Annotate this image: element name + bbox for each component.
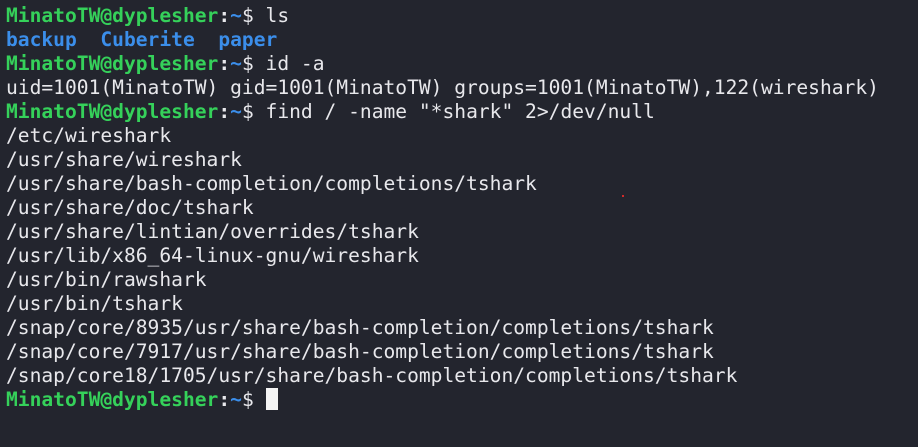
prompt-path: ~ [230, 4, 242, 27]
output-line: /usr/lib/x86_64-linux-gnu/wireshark [6, 244, 419, 267]
prompt-symbol: $ [241, 100, 254, 123]
prompt-at: @ [100, 388, 113, 411]
output-line: /snap/core/8935/usr/share/bash-completio… [6, 316, 714, 339]
prompt-user: MinatoTW [6, 388, 101, 411]
output-line: /snap/core/7917/usr/share/bash-completio… [6, 340, 714, 363]
prompt-path: ~ [230, 52, 242, 75]
prompt-host: dyplesher [112, 100, 219, 123]
prompt-host: dyplesher [112, 388, 219, 411]
prompt-symbol: $ [241, 388, 254, 411]
prompt-symbol: $ [241, 52, 254, 75]
prompt-colon: : [218, 52, 231, 75]
prompt-user: MinatoTW [6, 4, 101, 27]
prompt-path: ~ [230, 388, 242, 411]
prompt-colon: : [218, 4, 231, 27]
output-line: /snap/core18/1705/usr/share/bash-complet… [6, 364, 738, 387]
output-line: /usr/bin/tshark [6, 292, 183, 315]
prompt-host: dyplesher [112, 52, 219, 75]
prompt-line: MinatoTW@dyplesher:~$ find / -name "*sha… [6, 100, 916, 124]
directory-item: Cuberite [100, 28, 195, 51]
terminal-output[interactable]: MinatoTW@dyplesher:~$ ls backup Cuberite … [6, 4, 916, 444]
output-line: /etc/wireshark [6, 124, 172, 147]
prompt-at: @ [100, 4, 113, 27]
output-line: /usr/share/bash-completion/completions/t… [6, 172, 537, 195]
prompt-at: @ [100, 100, 113, 123]
command-text: find / -name "*shark" 2>/dev/null [265, 100, 655, 123]
prompt-line: MinatoTW@dyplesher:~$ ls [6, 4, 916, 28]
red-dot-artifact [622, 195, 624, 197]
output-line: /usr/share/lintian/overrides/tshark [6, 220, 419, 243]
output-line: /usr/bin/rawshark [6, 268, 207, 291]
prompt-colon: : [218, 100, 231, 123]
prompt-colon: : [218, 388, 231, 411]
directory-listing: backup Cuberite paper [6, 28, 916, 52]
command-text: id -a [265, 52, 325, 75]
output-line: /usr/share/wireshark [6, 148, 242, 171]
output-line: /usr/share/doc/tshark [6, 196, 254, 219]
directory-item: backup [6, 28, 77, 51]
prompt-user: MinatoTW [6, 100, 101, 123]
prompt-user: MinatoTW [6, 52, 101, 75]
prompt-symbol: $ [241, 4, 254, 27]
prompt-path: ~ [230, 100, 242, 123]
prompt-host: dyplesher [112, 4, 219, 27]
prompt-line: MinatoTW@dyplesher:~$ [6, 388, 916, 412]
text-cursor[interactable] [265, 388, 278, 410]
prompt-line: MinatoTW@dyplesher:~$ id -a [6, 52, 916, 76]
output-line: uid=1001(MinatoTW) gid=1001(MinatoTW) gr… [6, 76, 879, 99]
directory-item: paper [218, 28, 278, 51]
command-text: ls [265, 4, 290, 27]
prompt-at: @ [100, 52, 113, 75]
